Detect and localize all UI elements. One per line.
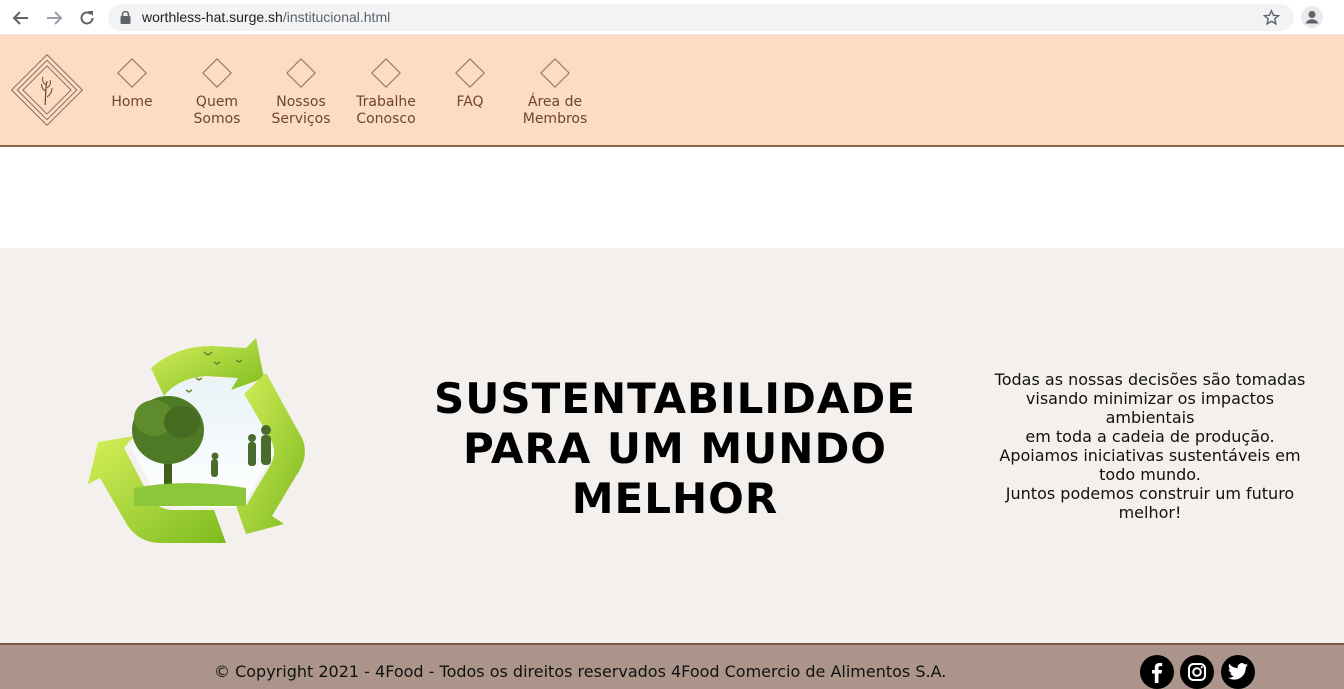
forward-button[interactable] [42, 6, 66, 30]
twitter-icon [1227, 663, 1249, 680]
logo-icon[interactable] [8, 51, 86, 129]
address-bar[interactable]: worthless-hat.surge.sh/institucional.htm… [108, 4, 1294, 31]
nav-trabalhe-conosco[interactable]: Trabalhe Conosco [344, 55, 428, 128]
back-arrow-icon [12, 11, 28, 25]
star-icon[interactable] [1263, 9, 1280, 26]
facebook-icon [1152, 662, 1163, 683]
profile-button[interactable] [1300, 5, 1324, 29]
nav-quem-somos-label: Quem Somos [193, 94, 241, 127]
nav-home[interactable]: Home [90, 55, 174, 111]
twitter-link[interactable] [1221, 655, 1255, 689]
browser-toolbar: worthless-hat.surge.sh/institucional.htm… [0, 0, 1344, 35]
reload-button[interactable] [75, 6, 99, 30]
nav-quem-somos[interactable]: Quem Somos [175, 55, 259, 128]
recycle-tree-image [88, 338, 305, 543]
forward-arrow-icon [47, 11, 63, 25]
hero-text-line: Apoiamos iniciativas sustentáveis em tod… [999, 446, 1301, 484]
nav-home-label: Home [111, 94, 153, 110]
diamond-icon [117, 58, 147, 88]
facebook-link[interactable] [1140, 655, 1174, 689]
hero-text-line: em toda a cadeia de produção. [1025, 427, 1275, 446]
url-text: worthless-hat.surge.sh/institucional.htm… [142, 9, 390, 25]
copyright-text: © Copyright 2021 - 4Food - Todos os dire… [214, 662, 947, 681]
nav-trabalhe-conosco-label: Trabalhe Conosco [356, 94, 416, 127]
back-button[interactable] [9, 6, 33, 30]
nav-area-de-membros-label: Área de Membros [522, 94, 588, 127]
hero-text-line: Todas as nossas decisões são tomadas vis… [994, 370, 1306, 427]
lock-icon [120, 11, 131, 24]
url-path: /institucional.html [282, 9, 391, 25]
nav-area-de-membros[interactable]: Área de Membros [513, 55, 597, 128]
diamond-icon [455, 58, 485, 88]
diamond-icon [371, 58, 401, 88]
hero-description: Todas as nossas decisões são tomadas vis… [988, 370, 1312, 522]
sustainability-section: SUSTENTABILIDADE PARA UM MUNDO MELHOR To… [0, 248, 1344, 643]
reload-icon [80, 11, 94, 25]
site-header: Home Quem Somos Nossos Serviços Trabalhe… [0, 35, 1344, 147]
nav-nossos-servicos[interactable]: Nossos Serviços [259, 55, 343, 128]
site-footer: © Copyright 2021 - 4Food - Todos os dire… [0, 643, 1344, 689]
url-host: worthless-hat.surge.sh [142, 9, 283, 25]
instagram-link[interactable] [1180, 655, 1214, 689]
nav-faq-label: FAQ [456, 94, 484, 110]
hero-text-line: Juntos podemos construir um futuro melho… [1005, 484, 1295, 522]
profile-icon [1301, 6, 1323, 28]
diamond-icon [202, 58, 232, 88]
diamond-icon [286, 58, 316, 88]
diamond-icon [540, 58, 570, 88]
nav-faq[interactable]: FAQ [428, 55, 512, 111]
hero-title: SUSTENTABILIDADE PARA UM MUNDO MELHOR [434, 374, 916, 523]
instagram-icon [1188, 663, 1206, 681]
nav-nossos-servicos-label: Nossos Serviços [271, 94, 331, 127]
